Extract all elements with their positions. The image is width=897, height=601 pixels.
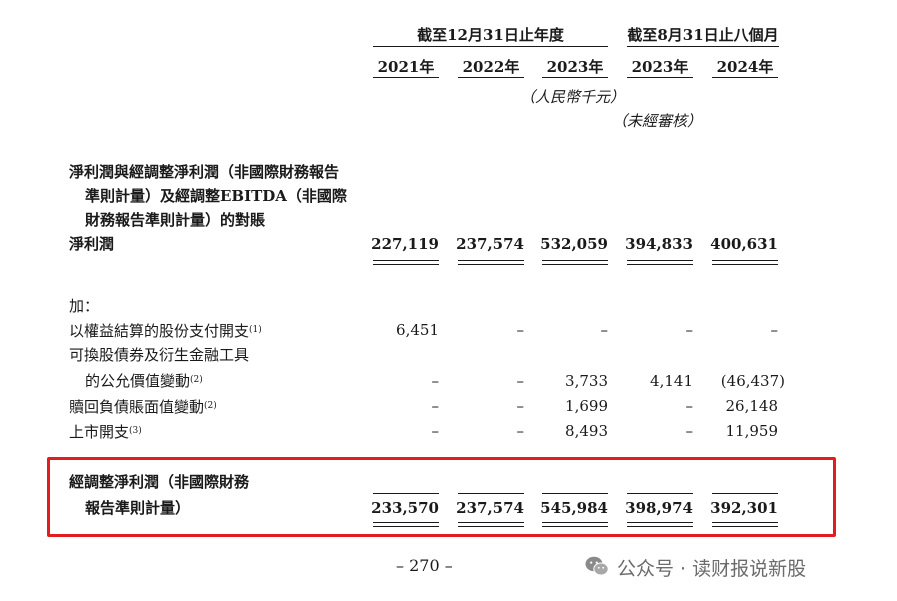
row-value: 11,959	[725, 422, 779, 440]
section-title-line-2: 準則計量）及經調整EBITDA（非國際	[85, 187, 347, 205]
unaudited-note: （未經審核）	[612, 112, 703, 130]
adjusted-value-2022: 237,574	[456, 499, 524, 517]
row-value: –	[685, 321, 694, 339]
adjusted-top-rule	[712, 493, 778, 494]
net-profit-double-rule	[542, 260, 608, 265]
section-title-line-3: 財務報告準則計量）的對賬	[85, 211, 266, 229]
row-label-redemption-liability: 贖回負債賬面值變動(2)	[69, 394, 217, 419]
net-profit-value-2023-8m: 394,833	[625, 235, 693, 253]
net-profit-double-rule	[458, 260, 524, 265]
adjusted-top-rule	[373, 493, 439, 494]
adjusted-value-2023: 545,984	[540, 499, 608, 517]
row-label-fair-value-line-2: 的公允價值變動(2)	[85, 368, 203, 393]
period-header-full-year-rule	[373, 46, 608, 47]
year-rule-2021	[373, 77, 439, 78]
row-value: –	[431, 422, 440, 440]
row-value: –	[770, 321, 779, 339]
row-value: –	[516, 397, 525, 415]
currency-note: （人民幣千元）	[520, 88, 626, 106]
row-label-text: 上市開支	[69, 423, 130, 441]
year-header-2023-8m: 2023年	[631, 58, 689, 76]
row-value: –	[685, 422, 694, 440]
adjusted-double-rule	[712, 522, 778, 527]
add-label: 加：	[69, 297, 100, 315]
net-profit-value-2022: 237,574	[456, 235, 524, 253]
net-profit-value-2024-8m: 400,631	[710, 235, 778, 253]
row-value: 6,451	[396, 321, 439, 339]
watermark-text: 公众号 · 读财报说新股	[617, 558, 807, 580]
page-number: – 270 –	[396, 556, 453, 575]
period-header-full-year: 截至12月31日止年度	[417, 26, 564, 44]
row-value: –	[431, 372, 440, 390]
net-profit-double-rule	[373, 260, 439, 265]
net-profit-value-2023: 532,059	[540, 235, 608, 253]
row-label-fair-value-line-1: 可換股債券及衍生金融工具	[69, 346, 250, 364]
year-header-2024-8m: 2024年	[716, 58, 774, 76]
row-value: –	[516, 321, 525, 339]
adjusted-label-line-2: 報告準則計量）	[85, 499, 191, 517]
row-label-listing-expenses: 上市開支(3)	[69, 419, 142, 444]
row-value: –	[431, 397, 440, 415]
row-value: 4,141	[650, 372, 693, 390]
adjusted-top-rule	[627, 493, 693, 494]
adjusted-double-rule	[627, 522, 693, 527]
row-value: –	[685, 397, 694, 415]
adjusted-top-rule	[458, 493, 524, 494]
row-value: –	[600, 321, 609, 339]
adjusted-double-rule	[458, 522, 524, 527]
row-value: 26,148	[725, 397, 779, 415]
footnote-ref: (1)	[249, 325, 262, 335]
adjusted-double-rule	[373, 522, 439, 527]
footnote-ref: (2)	[190, 375, 203, 385]
adjusted-value-2021: 233,570	[371, 499, 439, 517]
net-profit-label: 淨利潤	[69, 235, 115, 253]
year-header-2023: 2023年	[546, 58, 604, 76]
period-header-eight-months-rule	[627, 46, 779, 47]
row-value: 1,699	[565, 397, 608, 415]
row-value: 8,493	[565, 422, 608, 440]
wechat-icon	[585, 556, 609, 576]
row-value: (46,437)	[720, 372, 785, 390]
footnote-ref: (3)	[129, 426, 142, 436]
year-rule-2023	[542, 77, 608, 78]
row-label-text: 贖回負債賬面值變動	[69, 398, 205, 416]
year-rule-2023-8m	[627, 77, 693, 78]
adjusted-value-2024-8m: 392,301	[710, 499, 778, 517]
year-header-2022: 2022年	[462, 58, 520, 76]
net-profit-value-2021: 227,119	[371, 235, 439, 253]
year-rule-2022	[458, 77, 524, 78]
net-profit-double-rule	[712, 260, 778, 265]
adjusted-top-rule	[542, 493, 608, 494]
net-profit-double-rule	[627, 260, 693, 265]
section-title-line-1: 淨利潤與經調整淨利潤（非國際財務報告	[69, 163, 340, 181]
row-label-text: 的公允價值變動	[85, 372, 191, 390]
year-header-2021: 2021年	[377, 58, 435, 76]
footnote-ref: (2)	[204, 401, 217, 411]
year-rule-2024-8m	[712, 77, 778, 78]
adjusted-value-2023-8m: 398,974	[625, 499, 693, 517]
row-value: –	[516, 422, 525, 440]
period-header-eight-months: 截至8月31日止八個月	[627, 26, 779, 44]
row-label-share-based-payment: 以權益結算的股份支付開支(1)	[69, 318, 262, 343]
row-label-text: 以權益結算的股份支付開支	[69, 322, 250, 340]
row-value: –	[516, 372, 525, 390]
adjusted-double-rule	[542, 522, 608, 527]
adjusted-label-line-1: 經調整淨利潤（非國際財務	[69, 473, 250, 491]
row-value: 3,733	[565, 372, 608, 390]
